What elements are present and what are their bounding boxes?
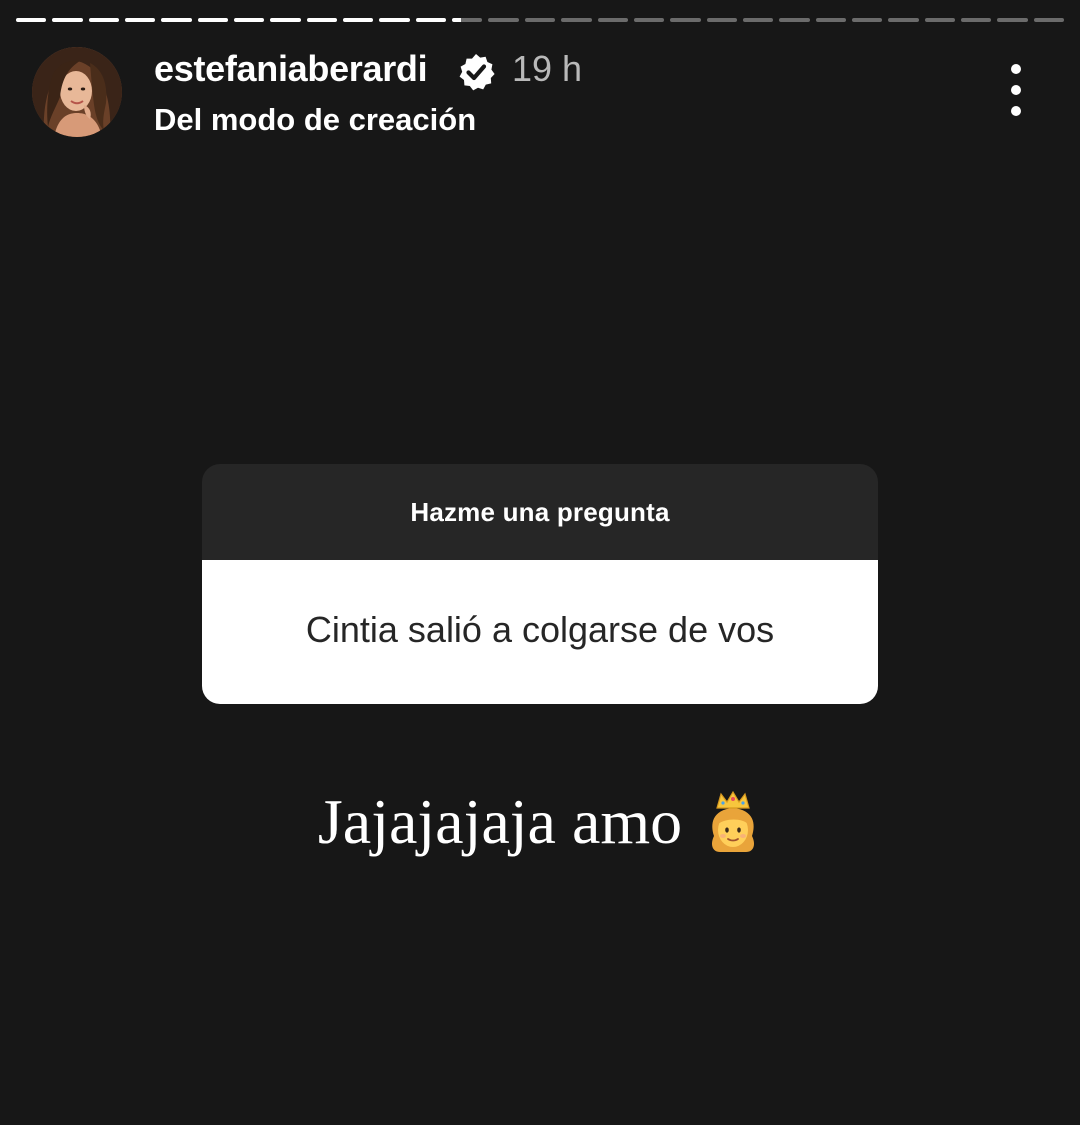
question-sticker-title: Hazme una pregunta — [202, 464, 878, 560]
story-progress-segment — [379, 18, 410, 22]
story-progress-segment — [88, 18, 120, 22]
story-progress-segment — [779, 18, 810, 22]
more-dot — [1011, 85, 1021, 95]
story-progress-segment — [52, 18, 83, 22]
story-progress-segment — [125, 18, 156, 22]
story-progress-segment — [888, 18, 919, 22]
username[interactable]: estefaniaberardi — [154, 48, 428, 90]
story-progress-segment — [670, 18, 701, 22]
story-progress-segment — [306, 18, 338, 22]
princess-emoji-icon — [712, 790, 755, 852]
story-progress-segment — [1033, 18, 1064, 22]
story-subtitle: Del modo de creación — [154, 102, 477, 137]
story-progress-segment — [706, 18, 737, 22]
story-time: 19 h — [512, 48, 583, 89]
verified-badge-icon — [459, 54, 495, 91]
story-progress-segment — [815, 18, 846, 22]
story-progress-segment — [742, 18, 774, 22]
story-progress-segment — [561, 18, 592, 22]
story-progress-segment — [270, 18, 301, 22]
avatar[interactable] — [32, 47, 122, 137]
story-progress-segment — [234, 18, 265, 22]
question-sticker[interactable]: Hazme una pregunta Cintia salió a colgar… — [202, 464, 878, 704]
story-progress-segment — [997, 18, 1028, 22]
story-progress-segment — [597, 18, 628, 22]
story-progress-segment — [197, 18, 229, 22]
more-dot — [1011, 106, 1021, 116]
story-progress-bar — [16, 18, 1064, 22]
more-vertical-icon[interactable] — [996, 64, 1036, 116]
question-sticker-text: Cintia salió a colgarse de vos — [202, 560, 878, 704]
story-progress-segment — [452, 18, 483, 22]
story-progress-segment — [161, 18, 192, 22]
story-progress-segment — [415, 18, 447, 22]
story-reply: Jajajajaja amo — [0, 782, 1080, 862]
story-progress-segment — [924, 18, 955, 22]
avatar-photo — [32, 47, 122, 137]
story-progress-segment — [960, 18, 992, 22]
story-progress-segment — [343, 18, 374, 22]
story-progress-segment — [16, 18, 47, 22]
story-progress-segment — [488, 18, 519, 22]
more-dot — [1011, 64, 1021, 74]
story-progress-segment — [524, 18, 556, 22]
story-progress-segment — [633, 18, 665, 22]
reply-text: Jajajajaja amo — [317, 786, 683, 857]
story-progress-segment — [851, 18, 883, 22]
